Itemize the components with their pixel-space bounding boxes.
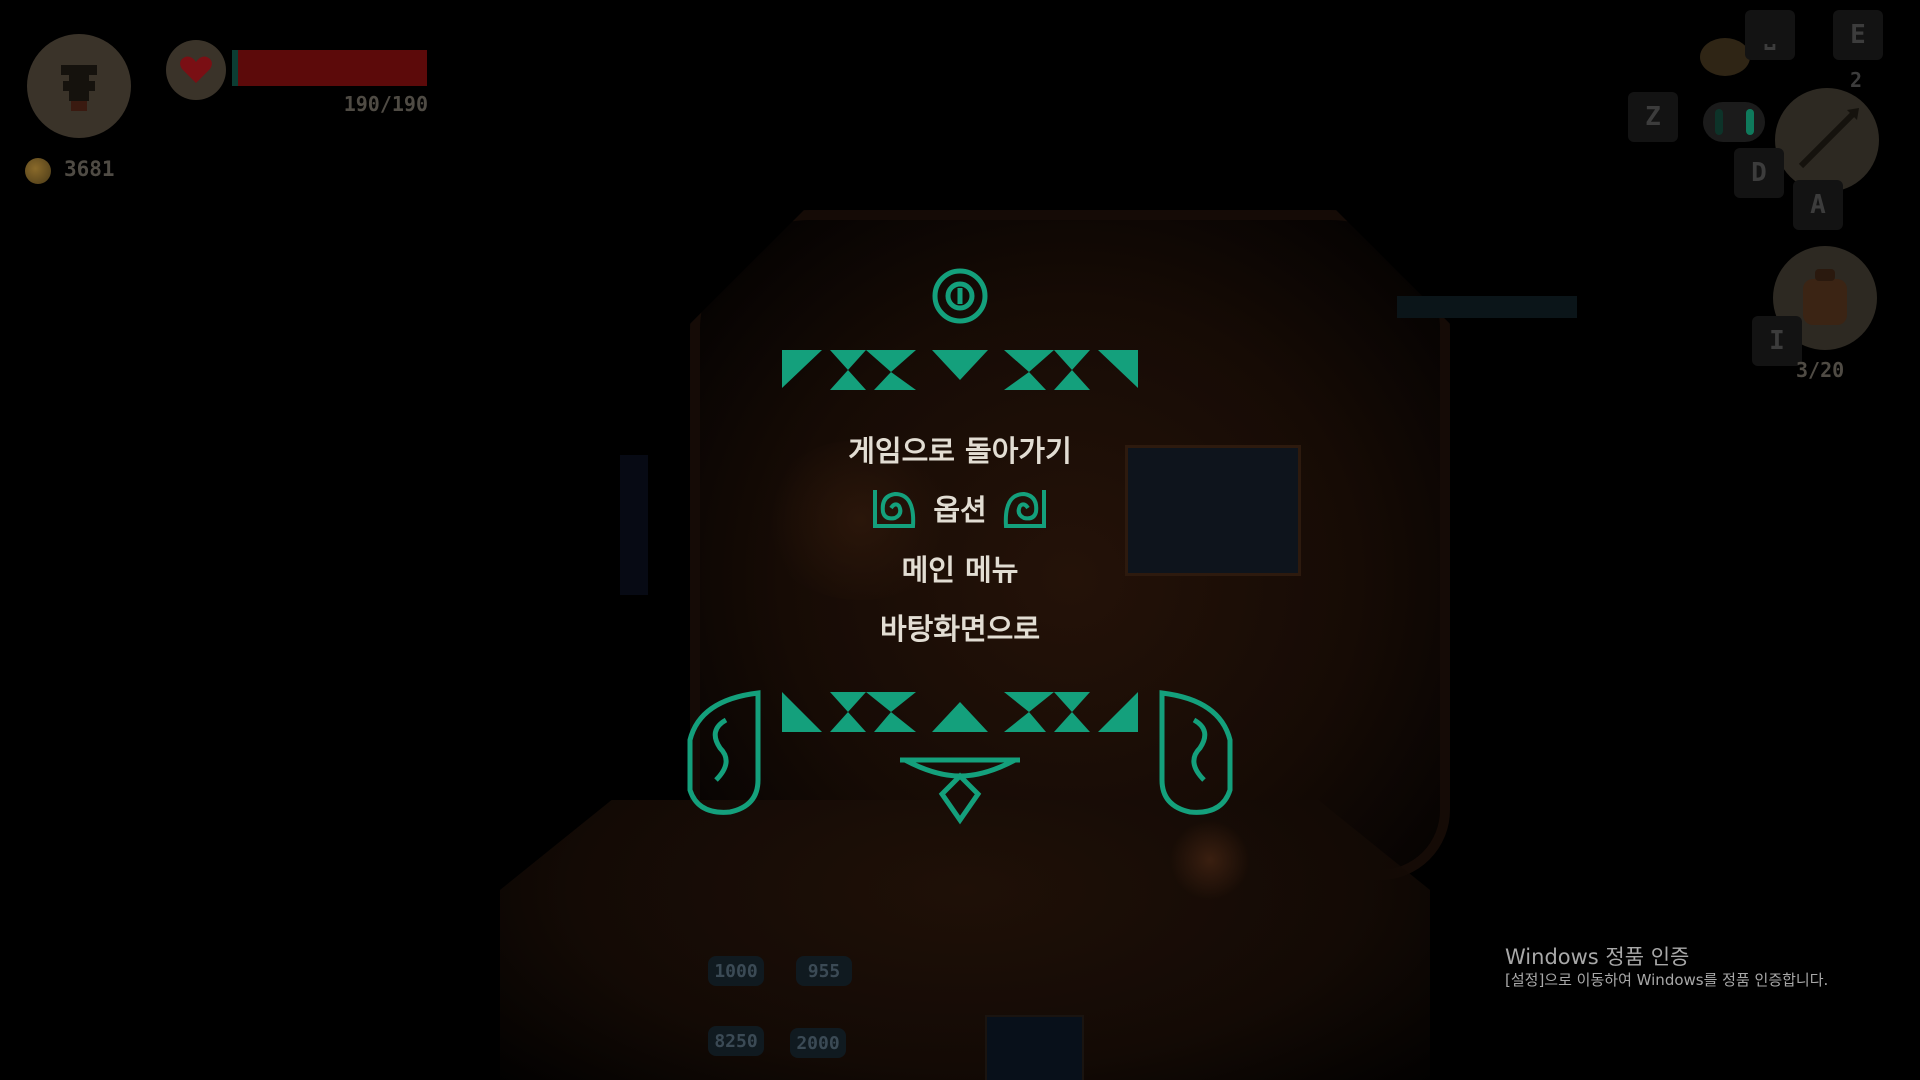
menu-frame [687, 268, 1233, 825]
exit-to-desktop-button[interactable]: 바탕화면으로 [760, 606, 1160, 648]
windows-activation-subtitle: [설정]으로 이동하여 Windows를 정품 인증합니다. [1505, 971, 1829, 989]
left-scroll-ornament [687, 690, 761, 815]
resume-game-button[interactable]: 게임으로 돌아가기 [760, 428, 1160, 470]
main-menu-button[interactable]: 메인 메뉴 [760, 547, 1160, 589]
bottom-zigzag-band [782, 692, 1138, 732]
right-spiral-cursor-icon [1003, 490, 1046, 528]
top-zigzag-band [782, 350, 1138, 390]
pause-menu: 게임으로 돌아가기 옵션 메인 메뉴 바탕화면으로 [0, 0, 1920, 1080]
bottom-pendant-ornament [900, 757, 1020, 825]
windows-activation-title: Windows 정품 인증 [1505, 945, 1690, 969]
top-emblem-icon [932, 268, 988, 324]
options-button[interactable]: 옵션 [760, 487, 1160, 529]
right-scroll-ornament [1159, 690, 1233, 815]
